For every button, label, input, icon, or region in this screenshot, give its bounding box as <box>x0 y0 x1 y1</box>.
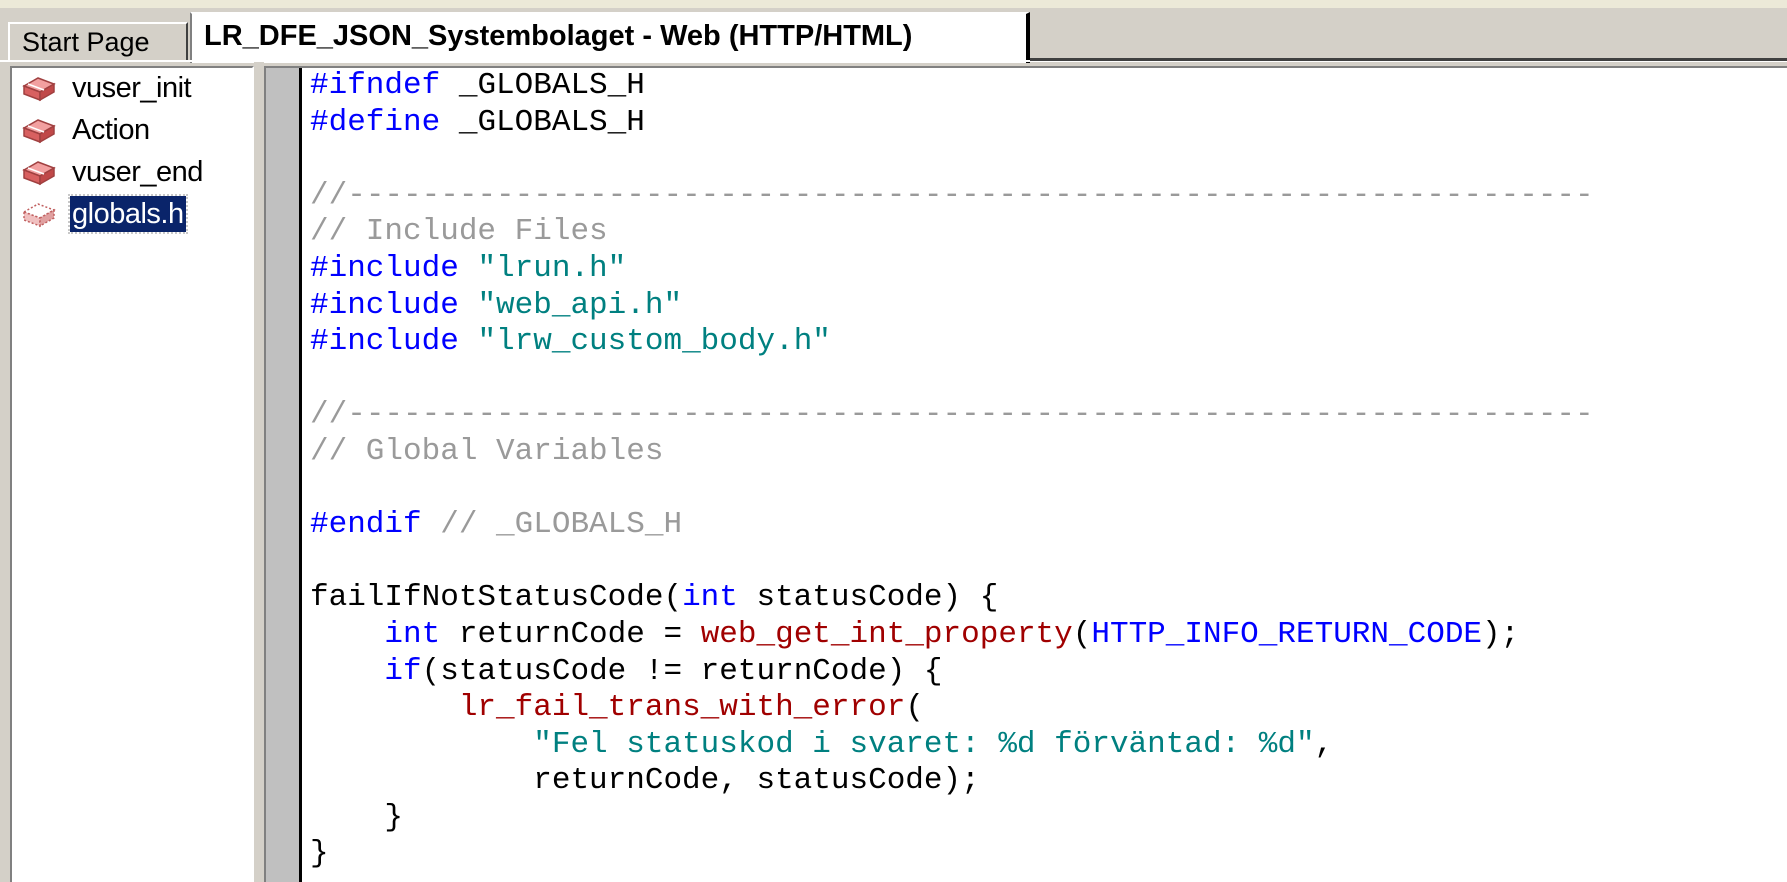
code-line: //--------------------------------------… <box>310 178 1594 215</box>
code-token: } <box>310 799 404 835</box>
window-top-edge <box>0 0 1787 8</box>
code-token: if <box>384 653 422 689</box>
code-token: failIfNotStatusCode( <box>310 580 683 616</box>
code-line: lr_fail_trans_with_error( <box>310 690 1594 727</box>
code-line: int returnCode = web_get_int_property(HT… <box>310 617 1594 654</box>
code-token: ); <box>1482 616 1520 652</box>
code-token: _GLOBALS_H <box>440 68 645 103</box>
code-token: , <box>1314 726 1334 762</box>
code-token: ----------------------------------------… <box>347 397 1594 433</box>
tab-script-document[interactable]: LR_DFE_JSON_Systembolaget - Web (HTTP/HT… <box>190 12 1030 63</box>
code-line: #include "lrw_custom_body.h" <box>310 324 1594 361</box>
code-token: web_get_int_property <box>700 616 1073 652</box>
tree-item-label: vuser_init <box>72 72 192 104</box>
code-text[interactable]: #ifndef _GLOBALS_H #define _GLOBALS_H //-… <box>310 68 1594 873</box>
code-token: #ifndef <box>310 68 441 103</box>
code-token: _GLOBALS_H <box>440 104 645 140</box>
code-line: #define _GLOBALS_H <box>310 105 1594 142</box>
code-line: } <box>310 800 1594 837</box>
code-token: "Fel statuskod i svaret: %d förväntad: %… <box>533 726 1315 762</box>
tab-start-page[interactable]: Start Page <box>8 22 188 62</box>
document-tab-bar: Start Page LR_DFE_JSON_Systembolaget - W… <box>0 8 1787 63</box>
code-line: if(statusCode != returnCode) { <box>310 654 1594 691</box>
code-token: } <box>310 836 329 872</box>
code-token: int <box>682 580 738 616</box>
action-icon <box>22 119 56 144</box>
editor-gutter <box>266 68 302 882</box>
code-token: ( <box>1072 616 1092 652</box>
header-file-icon <box>22 203 56 228</box>
code-token: returnCode = <box>440 616 701 652</box>
tree-item-vuser-end[interactable]: vuser_end <box>20 152 250 192</box>
code-line: // Include Files <box>310 214 1594 251</box>
code-token: HTTP_INFO_RETURN_CODE <box>1091 616 1483 652</box>
code-token: int <box>384 616 441 652</box>
tree-item-action[interactable]: Action <box>20 110 250 150</box>
code-line: //--------------------------------------… <box>310 397 1594 434</box>
tree-item-label: globals.h <box>68 194 188 234</box>
tree-item-label: vuser_end <box>72 156 203 188</box>
code-token: ( <box>905 690 924 726</box>
code-token: (statusCode != returnCode) { <box>421 653 943 689</box>
code-token: "lrw_custom_body.h" <box>477 324 831 360</box>
code-line: #include "lrun.h" <box>310 251 1594 288</box>
code-token: #include <box>310 324 459 360</box>
code-line: returnCode, statusCode); <box>310 763 1594 800</box>
code-token: #include <box>310 250 459 286</box>
tree-item-vuser-init[interactable]: vuser_init <box>20 68 250 108</box>
code-editor[interactable]: #ifndef _GLOBALS_H #define _GLOBALS_H //-… <box>264 66 1787 882</box>
tree-item-globals-h[interactable]: globals.h <box>20 194 250 234</box>
code-token: ----------------------------------------… <box>347 177 1594 213</box>
code-token: // Include Files <box>310 214 608 250</box>
code-token: lr_fail_trans_with_error <box>458 690 906 726</box>
code-token: "lrun.h" <box>477 250 627 286</box>
code-token: // Global Variables <box>310 433 664 469</box>
code-token: // <box>310 177 348 213</box>
code-token: // <box>310 397 348 433</box>
vugen-window: Start Page LR_DFE_JSON_Systembolaget - W… <box>0 0 1787 882</box>
code-token: #endif <box>310 507 422 543</box>
code-token: #define <box>310 104 441 140</box>
code-line: } <box>310 836 1594 873</box>
tab-bar-shadow-line <box>1030 58 1787 61</box>
code-line: #ifndef _GLOBALS_H <box>310 68 1594 105</box>
code-line: failIfNotStatusCode(int statusCode) { <box>310 580 1594 617</box>
code-token: returnCode, statusCode); <box>310 763 980 799</box>
code-token: // _GLOBALS_H <box>421 507 683 543</box>
code-line: "Fel statuskod i svaret: %d förväntad: %… <box>310 727 1594 764</box>
code-token: "web_api.h" <box>477 287 683 323</box>
code-line: #include "web_api.h" <box>310 288 1594 325</box>
panel-splitter[interactable] <box>254 62 264 882</box>
code-line: // Global Variables <box>310 434 1594 471</box>
action-icon <box>22 161 56 186</box>
tree-item-label: Action <box>72 114 150 146</box>
action-icon <box>22 77 56 102</box>
code-line: #endif // _GLOBALS_H <box>310 507 1594 544</box>
code-token: #include <box>310 287 459 323</box>
script-tree-panel: vuser_init Action vuser_end globals.h <box>10 66 254 882</box>
code-token: statusCode) { <box>737 580 999 616</box>
